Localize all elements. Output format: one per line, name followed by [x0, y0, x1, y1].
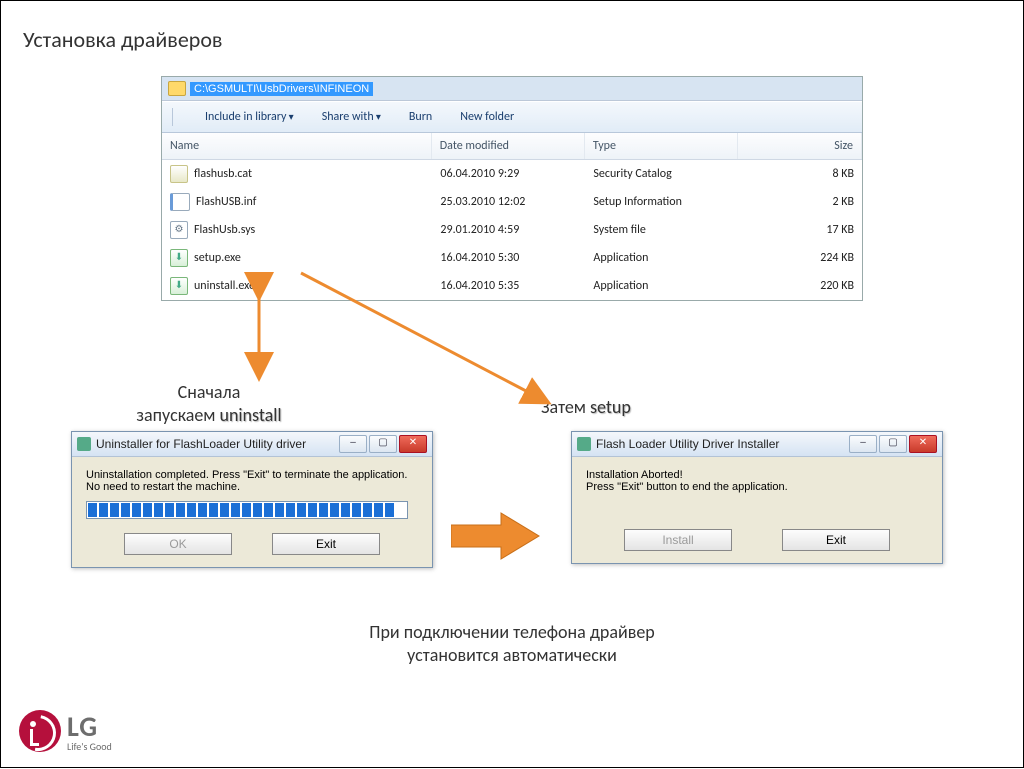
logo-text: LG: [67, 709, 112, 744]
footer-note: При подключении телефона драйверустанови…: [1, 621, 1023, 668]
toolbar-separator: [172, 108, 173, 126]
minimize-button[interactable]: –: [339, 435, 367, 453]
file-name: uninstall.exe: [194, 279, 255, 293]
maximize-button[interactable]: ▢: [879, 435, 907, 453]
file-list: flashusb.cat 06.04.2010 9:29Security Cata…: [162, 160, 862, 300]
folder-icon: [168, 81, 186, 96]
app-icon: [77, 437, 91, 451]
file-icon: [170, 165, 188, 183]
file-icon: [170, 277, 188, 295]
installer-dialog: Flash Loader Utility Driver Installer – …: [571, 431, 943, 564]
dialog-text: Uninstallation completed. Press "Exit" t…: [86, 469, 418, 501]
annotation-uninstall: Сначала запускаем uninstall: [99, 381, 319, 428]
close-button[interactable]: ✕: [909, 435, 937, 453]
dialog-title: Uninstaller for FlashLoader Utility driv…: [96, 437, 306, 451]
flow-arrow-icon: [451, 511, 541, 561]
col-date[interactable]: Date modified: [432, 133, 585, 159]
file-date: 29.01.2010 4:59: [432, 218, 585, 242]
dialog-title: Flash Loader Utility Driver Installer: [596, 437, 779, 451]
file-type: Application: [585, 246, 738, 270]
include-in-library-button[interactable]: Include in library: [205, 110, 294, 124]
file-size: 17 KB: [738, 218, 862, 242]
explorer-window: C:\GSMULTI\UsbDrivers\INFINEON Include i…: [161, 76, 863, 301]
file-type: Application: [585, 274, 738, 298]
address-bar[interactable]: C:\GSMULTI\UsbDrivers\INFINEON: [162, 77, 862, 101]
col-name[interactable]: Name: [162, 133, 432, 159]
burn-button[interactable]: Burn: [409, 110, 432, 124]
address-path[interactable]: C:\GSMULTI\UsbDrivers\INFINEON: [190, 82, 373, 96]
file-icon: [170, 221, 188, 239]
explorer-toolbar: Include in library Share with Burn New f…: [162, 101, 862, 133]
file-icon: [170, 249, 188, 267]
ok-button[interactable]: OK: [124, 533, 232, 555]
file-type: System file: [585, 218, 738, 242]
col-type[interactable]: Type: [585, 133, 738, 159]
dialog-titlebar: Flash Loader Utility Driver Installer – …: [572, 432, 942, 457]
uninstaller-dialog: Uninstaller for FlashLoader Utility driv…: [71, 431, 433, 568]
dialog-titlebar: Uninstaller for FlashLoader Utility driv…: [72, 432, 432, 457]
file-name: flashusb.cat: [194, 167, 252, 181]
file-date: 16.04.2010 5:35: [432, 274, 585, 298]
file-size: 2 KB: [738, 190, 862, 214]
col-size[interactable]: Size: [738, 133, 862, 159]
close-button[interactable]: ✕: [399, 435, 427, 453]
file-type: Setup Information: [585, 190, 738, 214]
maximize-button[interactable]: ▢: [369, 435, 397, 453]
file-name: setup.exe: [194, 251, 241, 265]
app-icon: [577, 437, 591, 451]
lg-circle-icon: [19, 710, 61, 752]
minimize-button[interactable]: –: [849, 435, 877, 453]
progress-bar: [86, 501, 408, 519]
file-size: 8 KB: [738, 162, 862, 186]
file-icon: [170, 193, 190, 211]
file-row[interactable]: FlashUsb.sys 29.01.2010 4:59System file17…: [162, 216, 862, 244]
file-name: FlashUsb.sys: [194, 223, 255, 237]
file-size: 220 KB: [738, 274, 862, 298]
file-type: Security Catalog: [585, 162, 738, 186]
file-date: 16.04.2010 5:30: [432, 246, 585, 270]
annotation-setup: Затем setup: [541, 396, 741, 419]
logo-tagline: Life's Good: [67, 740, 112, 753]
exit-button[interactable]: Exit: [272, 533, 380, 555]
page-title: Установка драйверов: [23, 26, 222, 53]
file-row[interactable]: flashusb.cat 06.04.2010 9:29Security Cata…: [162, 160, 862, 188]
file-size: 224 KB: [738, 246, 862, 270]
lg-logo: LG Life's Good: [19, 709, 112, 753]
exit-button[interactable]: Exit: [782, 529, 890, 551]
dialog-text: Installation Aborted! Press "Exit" butto…: [586, 469, 928, 515]
install-button[interactable]: Install: [624, 529, 732, 551]
file-row[interactable]: setup.exe 16.04.2010 5:30Application224 K…: [162, 244, 862, 272]
file-date: 06.04.2010 9:29: [432, 162, 585, 186]
file-row[interactable]: FlashUSB.inf 25.03.2010 12:02Setup Inform…: [162, 188, 862, 216]
column-headers: Name Date modified Type Size: [162, 133, 862, 160]
share-with-button[interactable]: Share with: [322, 110, 381, 124]
file-row[interactable]: uninstall.exe 16.04.2010 5:35Application2…: [162, 272, 862, 300]
new-folder-button[interactable]: New folder: [460, 110, 514, 124]
file-name: FlashUSB.inf: [196, 195, 256, 209]
file-date: 25.03.2010 12:02: [432, 190, 585, 214]
